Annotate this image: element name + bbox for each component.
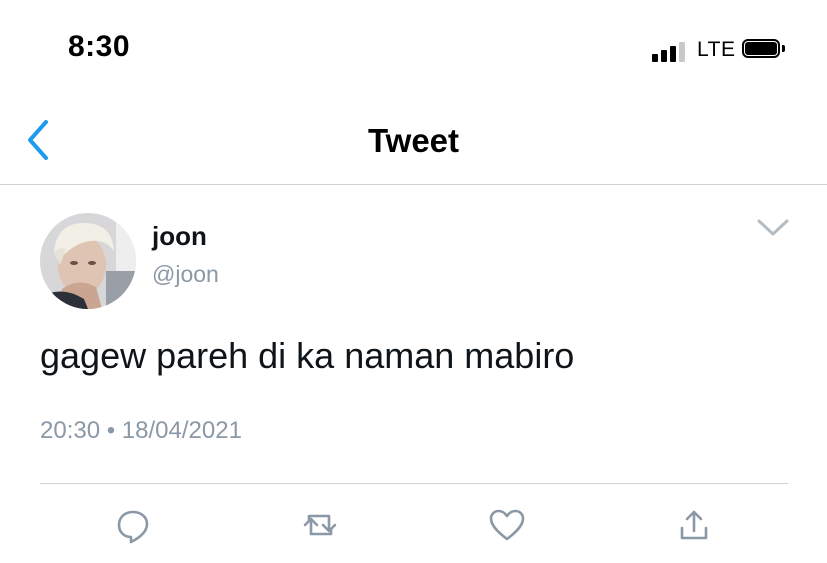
- avatar[interactable]: [40, 213, 136, 309]
- share-button[interactable]: [674, 505, 714, 545]
- more-options-button[interactable]: [756, 217, 790, 239]
- chevron-down-icon: [757, 219, 789, 236]
- cellular-signal-icon: [652, 40, 688, 62]
- tweet-timestamp: 20:30 • 18/04/2021: [40, 417, 242, 444]
- status-time: 8:30: [68, 30, 131, 63]
- tweet-text: gagew pareh di ka naman mabiro: [40, 335, 575, 376]
- like-icon: [489, 509, 525, 541]
- nav-bar: Tweet: [0, 100, 827, 185]
- reply-button[interactable]: [113, 505, 153, 545]
- like-button[interactable]: [487, 505, 527, 545]
- page-title: Tweet: [367, 122, 460, 159]
- share-icon: [680, 510, 708, 540]
- author-name[interactable]: joon: [152, 221, 207, 252]
- network-type: LTE: [697, 38, 736, 61]
- tweet-card: joon @joon gagew pareh di ka naman mabir…: [0, 185, 827, 563]
- author-handle[interactable]: @joon: [152, 261, 219, 288]
- reply-icon: [117, 510, 149, 544]
- status-bar: 8:30 LTE: [0, 0, 827, 100]
- retweet-button[interactable]: [300, 505, 340, 545]
- retweet-icon: [303, 514, 337, 536]
- battery-icon: [742, 39, 786, 61]
- divider: [40, 483, 788, 484]
